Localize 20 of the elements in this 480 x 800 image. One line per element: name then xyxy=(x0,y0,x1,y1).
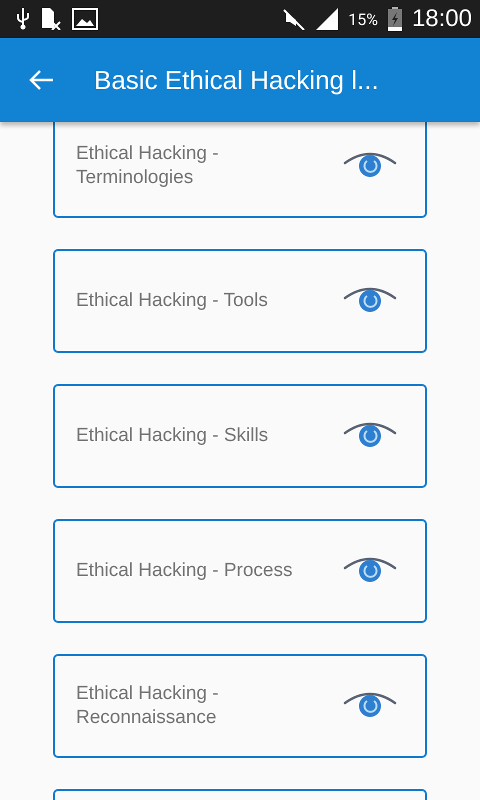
battery-percent: 15% xyxy=(348,10,378,28)
mute-icon xyxy=(282,8,306,30)
topic-card[interactable]: Ethical Hacking - Terminologies xyxy=(53,122,427,218)
topic-card[interactable]: Ethical Hacking - Reconnaissance xyxy=(53,654,427,758)
image-icon xyxy=(72,8,98,30)
battery-icon xyxy=(388,7,402,31)
back-arrow-icon[interactable] xyxy=(28,69,54,91)
signal-icon xyxy=(316,8,338,30)
clock: 18:00 xyxy=(412,5,472,33)
topic-title: Ethical Hacking - Skills xyxy=(76,424,270,448)
topic-card[interactable]: Ethical Hacking - Process xyxy=(53,519,427,623)
topic-title: Ethical Hacking - Reconnaissance xyxy=(76,682,220,730)
topic-card[interactable]: Ethical Hacking - Tools xyxy=(53,249,427,353)
topic-card[interactable]: Ethical Hacking - Skills xyxy=(53,384,427,488)
usb-icon xyxy=(16,8,30,30)
topic-title: Ethical Hacking - Tools xyxy=(76,289,269,313)
topic-title: Ethical Hacking - Terminologies xyxy=(76,142,220,190)
screen-title: Basic Ethical Hacking l... xyxy=(94,64,379,96)
sim-icon xyxy=(40,8,62,30)
topic-title: Ethical Hacking - Process xyxy=(76,559,294,583)
